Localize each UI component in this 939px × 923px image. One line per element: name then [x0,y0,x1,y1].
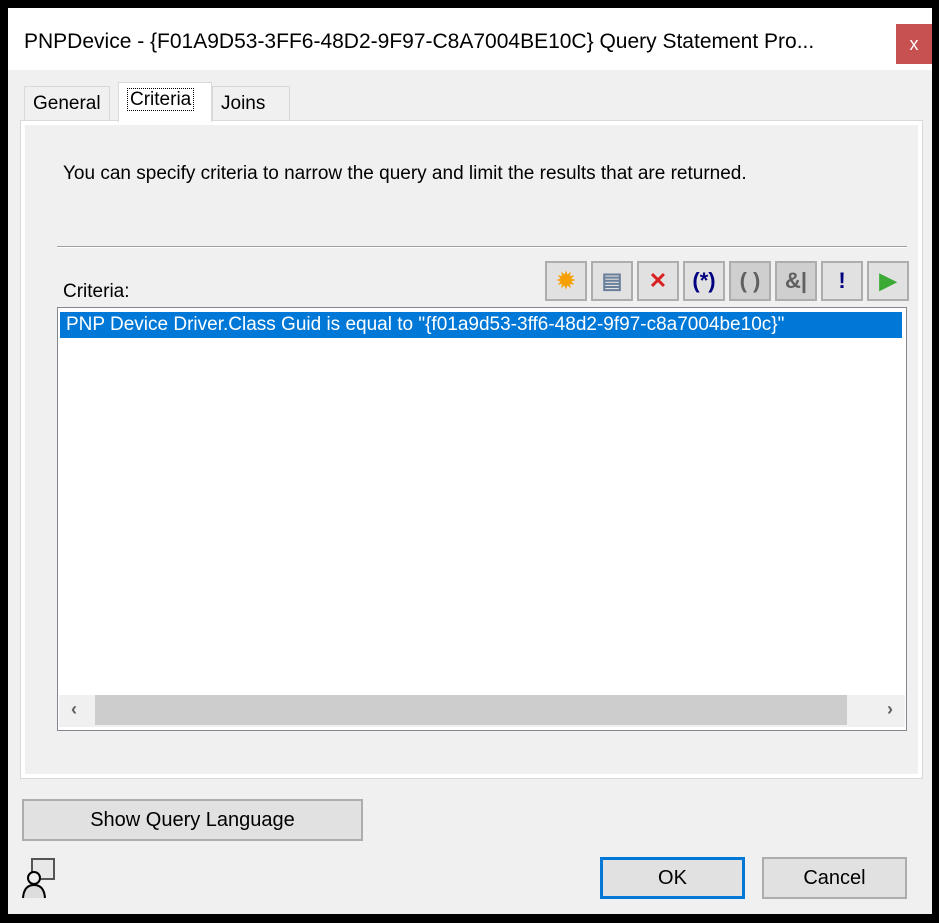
properties-icon: ▤ [601,268,623,293]
tab-general[interactable]: General [24,86,110,120]
close-button[interactable]: x [896,24,932,64]
new-criterion-icon: ✹ [556,268,576,293]
criteria-list[interactable]: PNP Device Driver.Class Guid is equal to… [57,307,907,731]
cancel-button[interactable]: Cancel [762,857,907,899]
criteria-list-item[interactable]: PNP Device Driver.Class Guid is equal to… [60,312,902,338]
title-bar: PNPDevice - {F01A9D53-3FF6-48D2-9F97-C8A… [8,8,932,70]
tab-criteria-label: Criteria [127,88,195,111]
ok-button[interactable]: OK [600,857,745,899]
tab-joins[interactable]: Joins [212,86,290,120]
window-title: PNPDevice - {F01A9D53-3FF6-48D2-9F97-C8A… [24,30,815,53]
help-person-icon[interactable] [20,856,64,900]
run-icon: ▶ [879,268,897,293]
criteria-label: Criteria: [63,281,130,302]
add-clause-icon: (*) [692,268,716,293]
scrollbar-thumb[interactable] [95,695,847,725]
tab-criteria[interactable]: Criteria [118,82,212,122]
scroll-right-icon[interactable]: › [887,699,893,720]
delete-icon: ✕ [648,268,668,293]
scroll-left-icon[interactable]: ‹ [71,699,77,720]
horizontal-scrollbar[interactable]: ‹ › [59,695,905,727]
properties-button[interactable]: ▤ [591,261,633,301]
new-criterion-button[interactable]: ✹ [545,261,587,301]
remove-clause-button[interactable]: ( ) [729,261,771,301]
show-query-language-button[interactable]: Show Query Language [22,799,363,841]
criteria-description: You can specify criteria to narrow the q… [63,163,747,184]
not-button[interactable]: ! [821,261,863,301]
delete-button[interactable]: ✕ [637,261,679,301]
run-button[interactable]: ▶ [867,261,909,301]
not-icon: ! [838,268,846,293]
query-statement-properties-dialog: PNPDevice - {F01A9D53-3FF6-48D2-9F97-C8A… [8,8,932,914]
remove-clause-icon: ( ) [739,268,761,293]
add-clause-button[interactable]: (*) [683,261,725,301]
and-or-icon: &| [784,268,808,293]
divider [57,246,907,248]
criteria-panel: You can specify criteria to narrow the q… [20,120,923,779]
and-or-button[interactable]: &| [775,261,817,301]
